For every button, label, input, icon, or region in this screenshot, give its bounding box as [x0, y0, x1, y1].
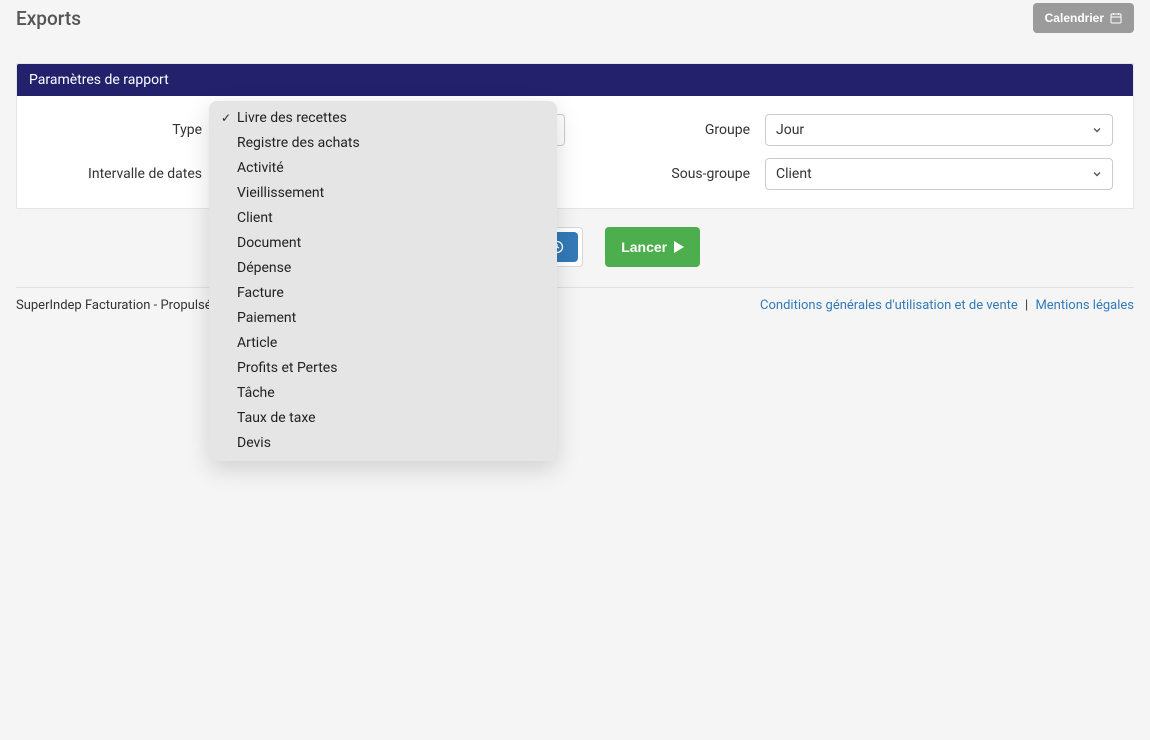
option-label: Vieillissement: [237, 183, 547, 204]
page-title: Exports: [16, 7, 81, 30]
option-label: Tâche: [237, 383, 547, 404]
dropdown-option-registre-des-achats[interactable]: Registre des achats: [209, 131, 557, 156]
footer-divider: [16, 287, 1134, 288]
calendar-icon: [1110, 12, 1122, 24]
subgroup-select[interactable]: Client: [765, 158, 1113, 190]
label-subgroup: Sous-groupe: [575, 166, 765, 182]
dropdown-option-profits-pertes[interactable]: Profits et Pertes: [209, 356, 557, 381]
option-label: Dépense: [237, 258, 547, 279]
footer-separator: |: [1025, 298, 1028, 313]
dropdown-option-taux-de-taxe[interactable]: Taux de taxe: [209, 406, 557, 431]
footer-right: Conditions générales d'utilisation et de…: [760, 298, 1134, 313]
option-label: Article: [237, 333, 547, 354]
legal-link[interactable]: Mentions légales: [1035, 298, 1134, 313]
dropdown-option-facture[interactable]: Facture: [209, 281, 557, 306]
terms-link[interactable]: Conditions générales d'utilisation et de…: [760, 298, 1018, 313]
dropdown-option-vieillissement[interactable]: Vieillissement: [209, 181, 557, 206]
checkmark-icon: ✓: [215, 108, 237, 129]
option-label: Profits et Pertes: [237, 358, 547, 379]
option-label: Paiement: [237, 308, 547, 329]
dropdown-option-article[interactable]: Article: [209, 331, 557, 356]
dropdown-option-document[interactable]: Document: [209, 231, 557, 256]
option-label: Registre des achats: [237, 133, 547, 154]
option-label: Livre des recettes: [237, 108, 547, 129]
option-label: Facture: [237, 283, 547, 304]
footer-left: SuperIndep Facturation - Propulsé pa: [16, 298, 229, 313]
dropdown-option-tache[interactable]: Tâche: [209, 381, 557, 406]
label-group: Groupe: [575, 122, 765, 138]
label-date-range: Intervalle de dates: [37, 166, 217, 182]
calendar-button-label: Calendrier: [1045, 11, 1104, 25]
panel-title: Paramètres de rapport: [17, 64, 1133, 96]
option-label: Client: [237, 208, 547, 229]
dropdown-option-client[interactable]: Client: [209, 206, 557, 231]
dropdown-option-livre-des-recettes[interactable]: ✓ Livre des recettes: [209, 106, 557, 131]
dropdown-option-paiement[interactable]: Paiement: [209, 306, 557, 331]
option-label: Activité: [237, 158, 547, 179]
play-icon: [674, 241, 684, 253]
dropdown-option-activite[interactable]: Activité: [209, 156, 557, 181]
type-dropdown[interactable]: ✓ Livre des recettes Registre des achats…: [209, 101, 557, 461]
label-type: Type: [37, 122, 217, 138]
calendar-button[interactable]: Calendrier: [1033, 3, 1134, 33]
dropdown-option-devis[interactable]: Devis: [209, 431, 557, 456]
group-select[interactable]: Jour: [765, 114, 1113, 146]
option-label: Taux de taxe: [237, 408, 547, 429]
lancer-button[interactable]: Lancer: [605, 227, 700, 267]
option-label: Devis: [237, 433, 547, 454]
option-label: Document: [237, 233, 547, 254]
report-params-panel: Paramètres de rapport Type Livre des rec…: [16, 63, 1134, 209]
dropdown-option-depense[interactable]: Dépense: [209, 256, 557, 281]
lancer-label: Lancer: [621, 239, 667, 255]
